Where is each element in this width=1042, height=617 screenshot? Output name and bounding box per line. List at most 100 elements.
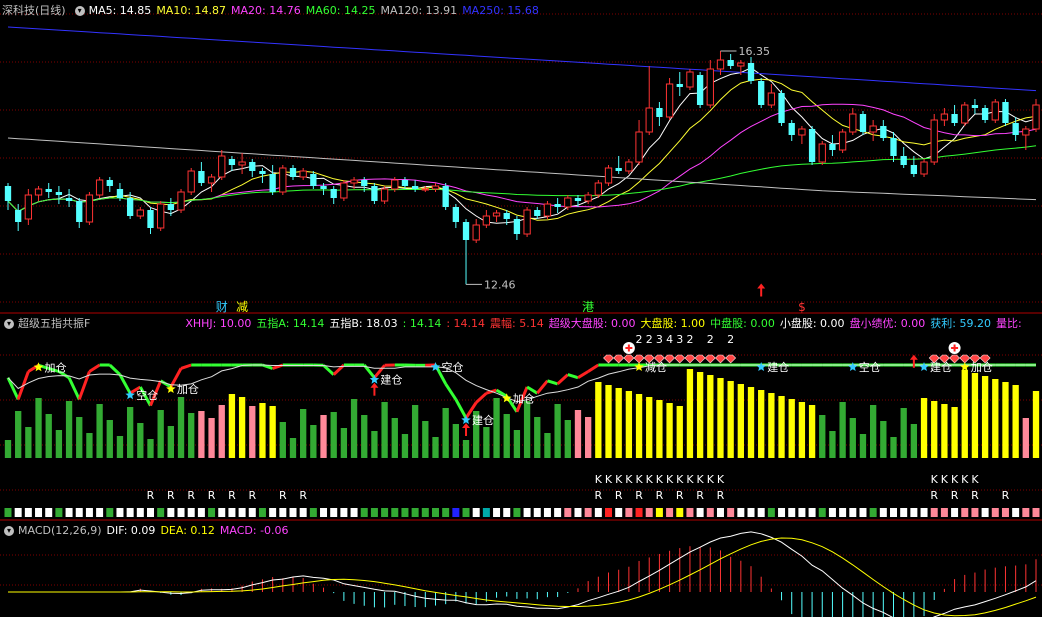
candle	[207, 176, 216, 184]
candle	[930, 119, 938, 163]
volume-bar	[605, 385, 612, 458]
status-square	[1032, 508, 1040, 517]
volume-bar	[707, 375, 714, 458]
candle	[452, 207, 459, 222]
k-mark: K	[605, 473, 613, 486]
diamond-icon	[684, 354, 696, 364]
digit-mark: 2	[707, 333, 714, 346]
volume-bar	[696, 372, 704, 458]
chevron-down-icon[interactable]: ▾	[74, 6, 85, 16]
candle	[706, 68, 714, 106]
annotation-label: 空仓	[859, 360, 881, 374]
candle	[635, 131, 643, 163]
status-square	[431, 508, 439, 517]
candle	[218, 155, 226, 178]
volume-bar	[839, 402, 846, 458]
ma-label-5: MA250: 15.68	[462, 4, 539, 17]
k-mark: K	[961, 473, 969, 486]
diamond-icon	[704, 354, 716, 364]
candle	[85, 194, 94, 223]
candle	[269, 174, 276, 192]
status-square	[65, 508, 73, 517]
volume-bar	[523, 401, 531, 458]
status-square	[381, 508, 389, 517]
status-square	[197, 508, 205, 517]
status-square	[696, 508, 704, 517]
volume-bar	[361, 415, 368, 458]
star-icon	[33, 362, 44, 372]
volume-bar	[15, 411, 22, 458]
volume-bar	[1032, 391, 1040, 458]
diamond-icon	[725, 354, 737, 364]
volume-bar	[768, 393, 775, 458]
volume-bar	[167, 426, 175, 458]
candle	[940, 113, 949, 121]
candle	[116, 189, 124, 198]
chevron-down-icon[interactable]: ▾	[4, 319, 14, 329]
chevron-down-icon[interactable]: ▾	[4, 526, 14, 536]
volume-bar	[371, 431, 378, 458]
candle	[380, 188, 389, 202]
diamond-icon	[959, 354, 971, 364]
star-icon	[634, 362, 644, 371]
candle	[1012, 123, 1019, 135]
diamond-icon	[694, 354, 706, 364]
status-square	[594, 508, 602, 517]
status-square	[55, 508, 63, 517]
status-square	[890, 508, 898, 517]
ma10-line	[7, 78, 1037, 221]
star-icon	[461, 415, 471, 424]
status-square	[716, 508, 724, 517]
volume-bar	[656, 400, 663, 458]
k-mark: K	[941, 473, 949, 486]
volume-bar	[869, 405, 877, 458]
oscillator-line	[108, 363, 121, 376]
candle	[24, 194, 33, 220]
oscillator-line	[577, 370, 589, 379]
digit-mark: 2	[686, 333, 693, 346]
status-square	[574, 508, 582, 517]
status-square	[686, 508, 694, 517]
k-mark: K	[697, 473, 705, 486]
status-square	[421, 508, 429, 517]
candle	[920, 161, 928, 175]
status-square	[584, 508, 592, 517]
volume-bar	[971, 373, 979, 458]
indicator-label-7: 大盘股: 1.00	[640, 317, 706, 330]
diamond-icon	[674, 354, 686, 364]
status-square	[839, 508, 847, 517]
candle	[431, 185, 440, 190]
r-mark: R	[951, 489, 959, 502]
indicator-label-9: 小盘股: 0.00	[779, 317, 845, 330]
candle	[971, 105, 979, 108]
status-square	[920, 508, 928, 517]
candle	[513, 219, 521, 234]
status-square	[533, 508, 541, 517]
status-square	[411, 508, 419, 517]
ma20-line	[7, 103, 1037, 213]
candle	[543, 203, 552, 217]
status-square	[320, 508, 328, 517]
status-square	[879, 508, 887, 517]
oscillator-line	[547, 379, 559, 386]
oscillator-line	[6, 377, 20, 401]
indicator-panel-header: ▾ 超级五指共振F XHHJ: 10.00 五指A: 14.14 五指B: 18.03:…	[0, 316, 1042, 332]
signal-mark: 港	[582, 300, 594, 314]
dea-line	[8, 537, 1037, 617]
status-square	[228, 508, 236, 517]
volume-bar	[635, 394, 643, 458]
volume-bar	[157, 410, 164, 458]
candle	[981, 108, 989, 120]
oscillator-line	[567, 373, 579, 380]
diamond-icon	[623, 354, 635, 364]
status-square	[85, 508, 93, 517]
candle	[4, 186, 12, 201]
oscillator-line	[587, 363, 600, 373]
volume-bar	[320, 415, 327, 458]
status-square	[635, 508, 643, 517]
volume-bar	[859, 434, 867, 458]
diamond-icon	[633, 354, 645, 364]
oscillator-line	[180, 363, 192, 370]
stock-title: 深科技(日线)	[2, 4, 66, 17]
k-mark: K	[595, 473, 603, 486]
